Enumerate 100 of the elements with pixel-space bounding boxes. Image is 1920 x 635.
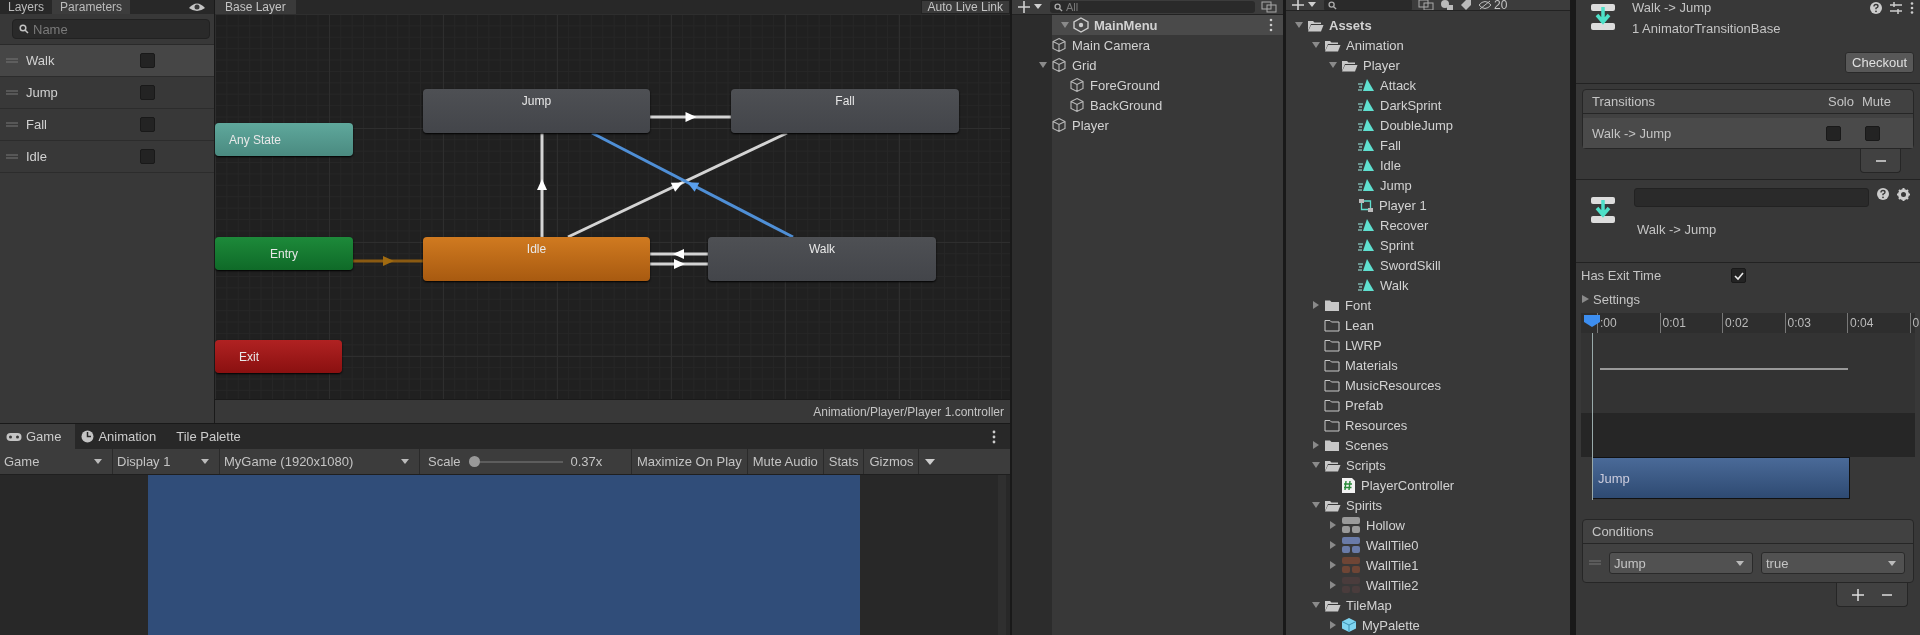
- add-icon[interactable]: [1852, 588, 1864, 601]
- resolution-dropdown[interactable]: MyGame (1920x1080): [220, 449, 420, 474]
- view-dropdown[interactable]: Game: [0, 449, 113, 474]
- toolbar-button[interactable]: Stats: [823, 449, 865, 474]
- filter-type-icon[interactable]: [1440, 0, 1454, 10]
- project-item[interactable]: MusicResources: [1286, 375, 1570, 395]
- project-item[interactable]: WallTile0: [1286, 535, 1570, 555]
- hierarchy-item[interactable]: ForeGround: [1012, 75, 1283, 95]
- add-dropdown-icon[interactable]: [1292, 0, 1318, 10]
- project-item[interactable]: Idle: [1286, 155, 1570, 175]
- eye-icon[interactable]: [188, 2, 206, 12]
- transition-row[interactable]: Walk -> Jump: [1583, 118, 1913, 148]
- parameter-row[interactable]: Jump: [0, 77, 214, 109]
- project-item[interactable]: WallTile2: [1286, 575, 1570, 595]
- project-item[interactable]: SwordSkill: [1286, 255, 1570, 275]
- checkbox[interactable]: [1826, 125, 1841, 141]
- project-item[interactable]: Scripts: [1286, 455, 1570, 475]
- state-node[interactable]: Walk: [708, 237, 936, 281]
- hierarchy-item[interactable]: BackGround: [1012, 95, 1283, 115]
- expand-arrow-icon[interactable]: [1328, 540, 1338, 550]
- expand-arrow-icon[interactable]: [1328, 560, 1338, 570]
- expand-arrow-icon[interactable]: [1328, 60, 1338, 70]
- playhead-marker-icon[interactable]: [1584, 315, 1600, 327]
- transition-arrow[interactable]: [650, 259, 708, 269]
- transition-arrow[interactable]: [537, 133, 547, 237]
- hierarchy-item[interactable]: MainMenu: [1052, 15, 1283, 35]
- clip-bar[interactable]: Jump: [1592, 457, 1850, 499]
- search-options-icon[interactable]: [1418, 0, 1434, 10]
- expand-arrow-icon[interactable]: [1328, 520, 1338, 530]
- more-options-icon[interactable]: [1269, 18, 1273, 32]
- settings-icon[interactable]: [1897, 188, 1910, 201]
- expand-arrow-icon[interactable]: [1060, 20, 1070, 30]
- checkout-button[interactable]: Checkout: [1845, 52, 1914, 73]
- checkbox[interactable]: [140, 117, 155, 132]
- project-item[interactable]: Hollow: [1286, 515, 1570, 535]
- search-options-icon[interactable]: [1261, 1, 1277, 13]
- project-item[interactable]: Recover: [1286, 215, 1570, 235]
- hidden-count[interactable]: 20: [1478, 0, 1508, 10]
- search-field[interactable]: [1324, 0, 1412, 10]
- project-item[interactable]: Materials: [1286, 355, 1570, 375]
- project-item[interactable]: MyPalette: [1286, 615, 1570, 635]
- help-icon[interactable]: [1870, 2, 1882, 14]
- project-item[interactable]: Player: [1286, 55, 1570, 75]
- live-link-button[interactable]: Auto Live Link: [920, 0, 1010, 14]
- toolbar-button[interactable]: Mute Audio: [747, 449, 824, 474]
- hierarchy-item[interactable]: Grid: [1012, 55, 1283, 75]
- project-item[interactable]: Sprint: [1286, 235, 1570, 255]
- parameter-row[interactable]: Idle: [0, 141, 214, 173]
- state-node[interactable]: Exit: [215, 340, 342, 373]
- parameter-row[interactable]: Fall: [0, 109, 214, 141]
- checkbox[interactable]: [140, 85, 155, 100]
- project-item[interactable]: PlayerController: [1286, 475, 1570, 495]
- project-item[interactable]: LWRP: [1286, 335, 1570, 355]
- expand-arrow-icon[interactable]: [1328, 620, 1338, 630]
- remove-icon[interactable]: [1875, 159, 1886, 162]
- project-item[interactable]: WallTile1: [1286, 555, 1570, 575]
- project-item[interactable]: DarkSprint: [1286, 95, 1570, 115]
- display-dropdown[interactable]: Display 1: [113, 449, 220, 474]
- checkbox[interactable]: [140, 149, 155, 164]
- project-item[interactable]: Prefab: [1286, 395, 1570, 415]
- project-item[interactable]: Walk: [1286, 275, 1570, 295]
- project-item[interactable]: Spirits: [1286, 495, 1570, 515]
- drag-handle-icon[interactable]: [6, 153, 18, 160]
- project-item[interactable]: DoubleJump: [1286, 115, 1570, 135]
- expand-arrow-icon[interactable]: [1311, 500, 1321, 510]
- project-item[interactable]: TileMap: [1286, 595, 1570, 615]
- layer-breadcrumb[interactable]: Base Layer: [215, 0, 296, 14]
- slider-thumb[interactable]: [469, 455, 481, 467]
- remove-icon[interactable]: [1882, 593, 1892, 596]
- parameter-dropdown[interactable]: Jump: [1609, 552, 1753, 574]
- drag-handle-icon[interactable]: [6, 89, 18, 96]
- project-item[interactable]: Font: [1286, 295, 1570, 315]
- transition-arrow[interactable]: [650, 249, 708, 259]
- project-item[interactable]: Lean: [1286, 315, 1570, 335]
- checkbox[interactable]: [140, 53, 155, 68]
- add-dropdown-icon[interactable]: [1018, 1, 1044, 13]
- expand-arrow-icon[interactable]: [1311, 440, 1321, 450]
- drag-handle-icon[interactable]: [6, 121, 18, 128]
- help-icon[interactable]: [1877, 188, 1889, 200]
- toolbar-button[interactable]: Maximize On Play: [632, 449, 748, 474]
- expand-arrow-icon[interactable]: [1328, 580, 1338, 590]
- project-item[interactable]: Scenes: [1286, 435, 1570, 455]
- panel-tab[interactable]: Animation: [75, 424, 171, 449]
- checkbox[interactable]: [1865, 125, 1880, 141]
- dropdown-arrow-icon[interactable]: [925, 458, 936, 465]
- toolbar-button[interactable]: Gizmos: [864, 449, 920, 474]
- search-field[interactable]: Name: [12, 19, 210, 39]
- project-item[interactable]: Fall: [1286, 135, 1570, 155]
- expand-arrow-icon[interactable]: [1581, 294, 1590, 304]
- more-options-icon[interactable]: [1910, 2, 1914, 14]
- expand-arrow-icon[interactable]: [1311, 600, 1321, 610]
- settings-foldout[interactable]: Settings: [1576, 288, 1920, 310]
- panel-tab[interactable]: Layers: [0, 0, 53, 14]
- panel-tab[interactable]: Parameters: [52, 0, 131, 14]
- hierarchy-item[interactable]: Player: [1012, 115, 1283, 135]
- project-item[interactable]: Player 1: [1286, 195, 1570, 215]
- expand-arrow-icon[interactable]: [1311, 300, 1321, 310]
- expand-arrow-icon[interactable]: [1311, 40, 1321, 50]
- expand-arrow-icon[interactable]: [1294, 20, 1304, 30]
- more-options-icon[interactable]: [992, 429, 996, 444]
